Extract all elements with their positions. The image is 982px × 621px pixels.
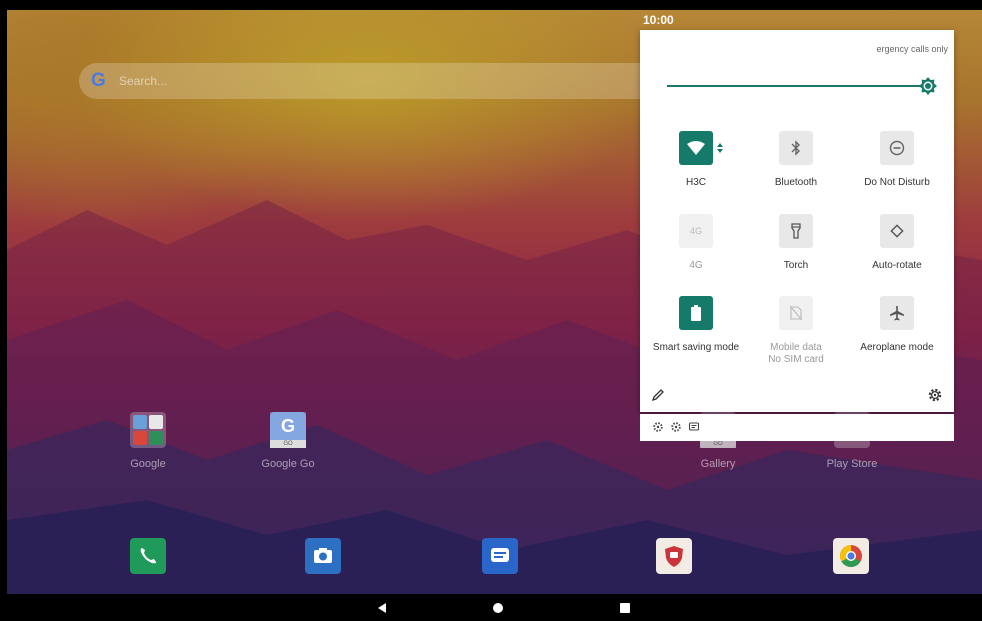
4g-icon: 4G (679, 214, 713, 248)
tile-label: Mobile data No SIM card (768, 342, 824, 365)
google-go-icon: G GO (270, 412, 306, 448)
settings-notification-icon (653, 422, 663, 432)
no-sim-icon (779, 296, 813, 330)
auto-rotate-icon (880, 214, 914, 248)
message-notification-icon (689, 422, 699, 431)
security-app-icon[interactable] (656, 538, 692, 574)
torch-icon (779, 214, 813, 248)
tile-label: 4G (689, 260, 703, 271)
tile-label: Do Not Disturb (864, 177, 930, 188)
chrome-app-icon[interactable] (833, 538, 869, 574)
tile-smart-saving[interactable]: Smart saving mode (646, 296, 746, 354)
settings-gear-icon[interactable] (928, 388, 942, 402)
tile-label: Aeroplane mode (860, 342, 934, 353)
tile-do-not-disturb[interactable]: Do Not Disturb (847, 131, 947, 189)
tile-label: Bluetooth (774, 177, 818, 188)
recents-icon (620, 602, 630, 613)
tile-4g[interactable]: 4G 4G (646, 214, 746, 272)
bluetooth-icon (779, 131, 813, 165)
app-label: Google Go (261, 458, 315, 470)
phone-app-icon[interactable] (130, 538, 166, 574)
google-logo-icon: G (91, 70, 106, 91)
notification-icons-strip[interactable] (640, 414, 954, 441)
tile-mobile-data[interactable]: Mobile data No SIM card (746, 296, 846, 366)
settings-notification-icon (671, 422, 681, 432)
app-google-folder[interactable]: Google (108, 412, 188, 470)
messages-app-icon[interactable] (482, 538, 518, 574)
edit-icon[interactable] (651, 388, 665, 402)
tile-wifi[interactable]: H3C (646, 131, 746, 189)
battery-icon (679, 296, 713, 330)
home-button[interactable] (483, 594, 513, 621)
status-bar-time: 10:00 (643, 13, 674, 27)
wifi-activity-icon (717, 143, 723, 153)
search-bar[interactable]: G Search... (79, 63, 679, 99)
brightness-slider[interactable] (667, 85, 925, 87)
back-icon (378, 602, 386, 613)
tile-label: Torch (783, 260, 809, 271)
dnd-icon (880, 131, 914, 165)
back-button[interactable] (367, 594, 397, 621)
tile-bluetooth[interactable]: Bluetooth (746, 131, 846, 189)
home-icon (493, 602, 503, 613)
google-folder-icon (130, 412, 166, 448)
tile-label: H3C (685, 177, 706, 188)
app-label: Gallery (700, 458, 736, 470)
navigation-bar (7, 594, 982, 621)
wifi-icon (679, 131, 723, 165)
tile-label: Smart saving mode (652, 342, 740, 353)
app-label: Play Store (826, 458, 878, 470)
search-placeholder: Search... (119, 74, 168, 88)
recents-button[interactable] (610, 594, 640, 621)
tile-auto-rotate[interactable]: Auto-rotate (847, 214, 947, 272)
quick-settings-panel: ergency calls only H3C Bluetooth Do Not … (640, 30, 954, 412)
camera-app-icon[interactable] (305, 538, 341, 574)
carrier-text: ergency calls only (876, 44, 948, 54)
tile-torch[interactable]: Torch (746, 214, 846, 272)
brightness-icon[interactable] (919, 77, 937, 95)
app-google-go[interactable]: G GO Google Go (248, 412, 328, 470)
airplane-icon (880, 296, 914, 330)
tile-label: Auto-rotate (872, 260, 922, 271)
tile-aeroplane-mode[interactable]: Aeroplane mode (847, 296, 947, 354)
app-label: Google (130, 458, 166, 470)
